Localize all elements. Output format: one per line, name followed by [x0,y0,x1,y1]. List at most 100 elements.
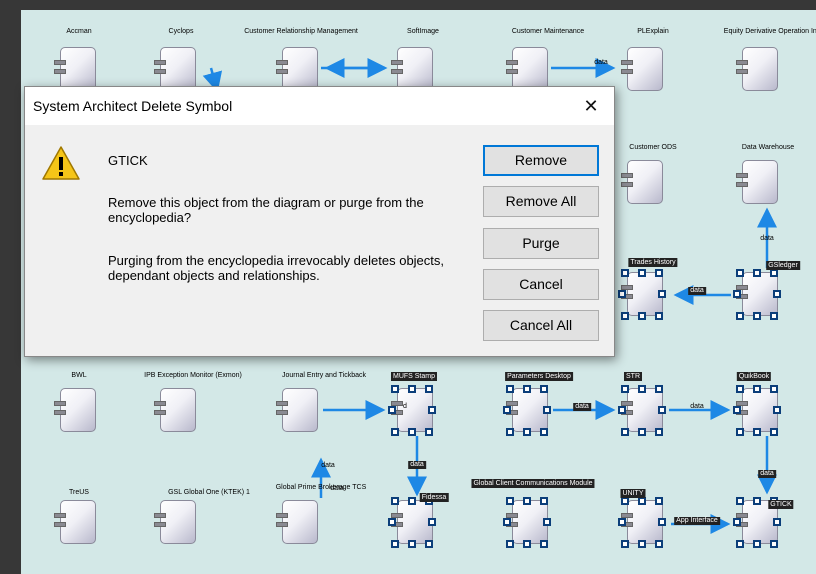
selection-handle[interactable] [770,269,778,277]
selection-handle[interactable] [408,540,416,548]
selection-handle[interactable] [618,518,626,526]
cancel-all-button[interactable]: Cancel All [483,310,599,341]
selection-handle[interactable] [428,518,436,526]
selection-handle[interactable] [388,518,396,526]
component-gsl-global-one-ktek-1[interactable] [154,500,196,544]
component-quikbook[interactable] [733,385,781,436]
selection-handle[interactable] [621,540,629,548]
selection-handle[interactable] [388,406,396,414]
selection-handle[interactable] [638,385,646,393]
selection-handle[interactable] [753,540,761,548]
component-plexplain[interactable] [621,47,663,91]
selection-handle[interactable] [753,312,761,320]
selection-handle[interactable] [391,428,399,436]
selection-handle[interactable] [638,497,646,505]
selection-handle[interactable] [753,269,761,277]
component-trades-history[interactable] [618,269,666,320]
selection-handle[interactable] [773,406,781,414]
selection-handle[interactable] [523,497,531,505]
component-global-prime-brokerage-tcs[interactable] [276,500,318,544]
selection-handle[interactable] [773,518,781,526]
selection-handle[interactable] [655,497,663,505]
component-cyclops[interactable] [154,47,196,91]
selection-handle[interactable] [770,540,778,548]
selection-handle[interactable] [638,540,646,548]
component-data-warehouse[interactable] [736,160,778,204]
component-customer-maintenance[interactable] [506,47,548,91]
selection-handle[interactable] [391,385,399,393]
selection-handle[interactable] [638,312,646,320]
selection-handle[interactable] [655,312,663,320]
selection-handle[interactable] [770,428,778,436]
component-gsledger[interactable] [733,269,781,320]
purge-button[interactable]: Purge [483,228,599,259]
selection-handle[interactable] [506,540,514,548]
selection-handle[interactable] [506,428,514,436]
component-journal-entry-and-tickback[interactable] [276,388,318,432]
selection-handle[interactable] [506,497,514,505]
component-customer-relationship-management[interactable] [276,47,318,91]
selection-handle[interactable] [773,290,781,298]
selection-handle[interactable] [658,406,666,414]
component-parameters-desktop[interactable] [503,385,551,436]
component-bwl[interactable] [54,388,96,432]
selection-handle[interactable] [425,428,433,436]
component-customer-ods[interactable] [621,160,663,204]
selection-handle[interactable] [523,385,531,393]
component-global-client-communications-module[interactable] [503,497,551,548]
selection-handle[interactable] [540,497,548,505]
selection-handle[interactable] [503,406,511,414]
selection-handle[interactable] [621,385,629,393]
selection-handle[interactable] [408,428,416,436]
component-accman[interactable] [54,47,96,91]
selection-handle[interactable] [506,385,514,393]
cancel-button[interactable]: Cancel [483,269,599,300]
close-icon[interactable]: ✕ [568,87,614,125]
component-str[interactable] [618,385,666,436]
selection-handle[interactable] [391,540,399,548]
selection-handle[interactable] [753,385,761,393]
selection-handle[interactable] [523,540,531,548]
component-softimage[interactable] [391,47,433,91]
component-treus[interactable] [54,500,96,544]
component-ipb-exception-monitor-exmon[interactable] [154,388,196,432]
selection-handle[interactable] [523,428,531,436]
selection-handle[interactable] [736,269,744,277]
selection-handle[interactable] [655,269,663,277]
selection-handle[interactable] [736,312,744,320]
selection-handle[interactable] [736,497,744,505]
selection-handle[interactable] [621,269,629,277]
selection-handle[interactable] [736,540,744,548]
selection-handle[interactable] [638,269,646,277]
selection-handle[interactable] [543,406,551,414]
selection-handle[interactable] [621,428,629,436]
selection-handle[interactable] [408,385,416,393]
selection-handle[interactable] [753,497,761,505]
remove-button[interactable]: Remove [483,145,599,176]
selection-handle[interactable] [621,312,629,320]
selection-handle[interactable] [425,540,433,548]
selection-handle[interactable] [655,428,663,436]
selection-handle[interactable] [543,518,551,526]
component-equity-derivative-operation-interface[interactable] [736,47,778,91]
selection-handle[interactable] [736,428,744,436]
selection-handle[interactable] [753,428,761,436]
selection-handle[interactable] [618,406,626,414]
selection-handle[interactable] [540,428,548,436]
selection-handle[interactable] [391,497,399,505]
selection-handle[interactable] [408,497,416,505]
selection-handle[interactable] [618,290,626,298]
dialog-titlebar[interactable]: System Architect Delete Symbol ✕ [25,87,614,125]
selection-handle[interactable] [733,518,741,526]
component-unity[interactable] [618,497,666,548]
selection-handle[interactable] [655,385,663,393]
selection-handle[interactable] [770,385,778,393]
selection-handle[interactable] [658,518,666,526]
component-mufs-stamp[interactable] [388,385,436,436]
selection-handle[interactable] [638,428,646,436]
selection-handle[interactable] [658,290,666,298]
selection-handle[interactable] [770,312,778,320]
selection-handle[interactable] [655,540,663,548]
selection-handle[interactable] [428,406,436,414]
component-fidessa[interactable] [388,497,436,548]
